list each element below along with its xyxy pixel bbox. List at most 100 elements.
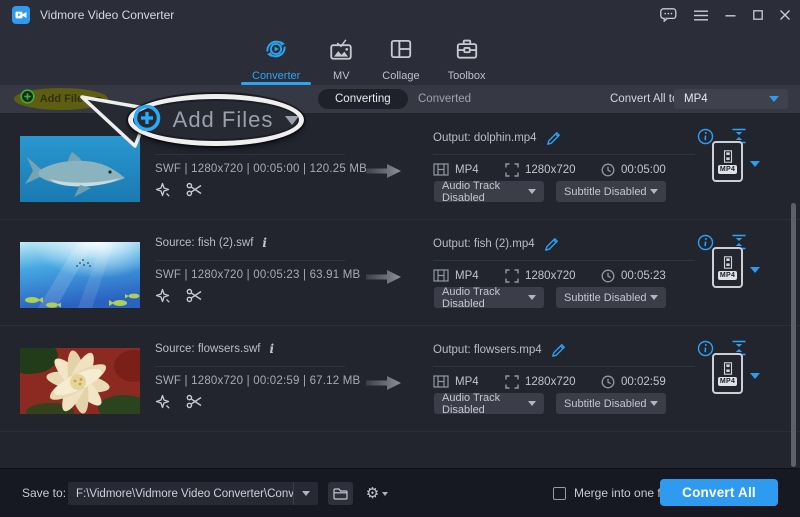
open-folder-button[interactable] xyxy=(328,482,353,505)
chevron-down-icon xyxy=(650,401,658,406)
tab-collage[interactable]: Collage xyxy=(368,30,433,85)
cut-button[interactable] xyxy=(186,394,203,415)
rename-icon[interactable] xyxy=(545,130,560,145)
gear-icon: ⚙ xyxy=(366,486,379,501)
chevron-down-icon xyxy=(750,267,760,273)
merge-checkbox[interactable] xyxy=(553,487,566,500)
format-badge: MP4 xyxy=(712,353,743,394)
plus-circle-icon xyxy=(133,104,161,137)
converted-tab[interactable]: Converted xyxy=(418,85,471,113)
edit-effects-button[interactable] xyxy=(155,182,171,203)
vertical-scrollbar[interactable] xyxy=(791,203,796,467)
subtitle-dropdown[interactable]: Subtitle Disabled xyxy=(556,181,666,202)
file-row-flowers: Source: flowsers.swf i SWF | 1280x720 | … xyxy=(0,326,800,432)
convert-arrow-icon xyxy=(366,374,402,397)
output-name: Output: dolphin.mp4 xyxy=(433,130,560,145)
source-info: SWF | 1280x720 | 00:05:23 | 63.91 MB xyxy=(155,269,360,281)
output-duration: 00:05:23 xyxy=(601,269,666,283)
tab-converter-label: Converter xyxy=(252,70,300,82)
video-thumbnail-underwater[interactable] xyxy=(20,242,140,308)
chevron-down-icon xyxy=(528,295,536,300)
convert-arrow-icon xyxy=(366,268,402,291)
minimize-button[interactable] xyxy=(725,10,736,21)
source-info: SWF | 1280x720 | 00:02:59 | 67.12 MB xyxy=(155,375,360,387)
tab-collage-label: Collage xyxy=(382,70,419,82)
preferences-button[interactable]: ⚙ xyxy=(360,482,394,505)
vidmore-video-converter-window: Vidmore Video Converter xyxy=(0,0,800,517)
chevron-down-icon xyxy=(769,96,779,102)
output-name: Output: fish (2).mp4 xyxy=(433,236,558,251)
convert-arrow-icon xyxy=(366,162,402,185)
convert-all-button[interactable]: Convert All xyxy=(660,479,778,506)
edit-effects-button[interactable] xyxy=(155,288,171,309)
maximize-button[interactable] xyxy=(753,10,763,20)
chevron-down-icon xyxy=(302,491,310,496)
cut-button[interactable] xyxy=(186,182,203,203)
video-thumbnail-flower[interactable] xyxy=(20,348,140,414)
output-resolution: 1280x720 xyxy=(505,269,576,283)
cut-button[interactable] xyxy=(186,288,203,309)
chevron-down-icon xyxy=(650,295,658,300)
audio-track-dropdown[interactable]: Audio Track Disabled xyxy=(434,181,544,202)
output-format-select[interactable]: MP4 xyxy=(712,247,760,288)
save-path-select[interactable]: F:\Vidmore\Vidmore Video Converter\Conve… xyxy=(68,482,318,505)
divider xyxy=(433,366,695,367)
divider xyxy=(155,366,345,367)
subtitle-dropdown[interactable]: Subtitle Disabled xyxy=(556,393,666,414)
output-format: MP4 xyxy=(433,269,479,282)
chevron-down-icon xyxy=(382,492,388,496)
main-nav: Converter MV xyxy=(0,30,800,85)
chevron-down-icon xyxy=(528,189,536,194)
add-files-callout: Add Files xyxy=(128,94,304,146)
merge-label: Merge into one file xyxy=(574,486,673,500)
output-duration: 00:02:59 xyxy=(601,375,666,389)
source-info: SWF | 1280x720 | 00:05:00 | 120.25 MB xyxy=(155,163,367,175)
convert-all-format-select[interactable]: MP4 xyxy=(674,89,788,109)
audio-track-dropdown[interactable]: Audio Track Disabled xyxy=(434,287,544,308)
audio-track-dropdown[interactable]: Audio Track Disabled xyxy=(434,393,544,414)
output-resolution: 1280x720 xyxy=(505,163,576,177)
chevron-down-icon xyxy=(750,373,760,379)
source-info-icon[interactable]: i xyxy=(262,236,267,250)
close-button[interactable] xyxy=(780,10,790,20)
save-to-label: Save to: xyxy=(22,469,66,517)
chevron-down-icon xyxy=(528,401,536,406)
rename-icon[interactable] xyxy=(543,236,558,251)
tab-converter[interactable]: Converter xyxy=(238,30,314,85)
callout-label: Add Files xyxy=(173,107,274,133)
source-info-icon[interactable]: i xyxy=(269,342,274,356)
divider xyxy=(433,154,695,155)
save-path-value: F:\Vidmore\Vidmore Video Converter\Conve… xyxy=(68,488,293,500)
mv-icon xyxy=(328,36,354,67)
output-format-select[interactable]: MP4 xyxy=(712,141,760,182)
chevron-down-icon xyxy=(750,161,760,167)
plus-circle-icon xyxy=(20,89,35,109)
edit-effects-button[interactable] xyxy=(155,394,171,415)
output-name: Output: flowsers.mp4 xyxy=(433,342,565,357)
tab-toolbox-label: Toolbox xyxy=(448,70,486,82)
window-title: Vidmore Video Converter xyxy=(40,0,174,30)
divider xyxy=(155,260,345,261)
format-badge: MP4 xyxy=(712,141,743,182)
tab-mv-label: MV xyxy=(333,70,350,82)
output-format-select[interactable]: MP4 xyxy=(712,353,760,394)
source-name: Source: flowsers.swf i xyxy=(155,342,274,356)
subtitle-dropdown[interactable]: Subtitle Disabled xyxy=(556,287,666,308)
convert-all-to-label: Convert All to: xyxy=(610,85,682,113)
format-value: MP4 xyxy=(674,93,769,105)
chevron-down-icon xyxy=(285,116,299,125)
title-bar: Vidmore Video Converter xyxy=(0,0,800,30)
output-format: MP4 xyxy=(433,375,479,388)
toolbox-icon xyxy=(454,36,480,67)
rename-icon[interactable] xyxy=(550,342,565,357)
bottom-bar: Save to: F:\Vidmore\Vidmore Video Conver… xyxy=(0,468,800,517)
converting-tab[interactable]: Converting xyxy=(318,89,408,109)
output-format: MP4 xyxy=(433,163,479,176)
tab-toolbox[interactable]: Toolbox xyxy=(434,30,500,85)
tab-mv[interactable]: MV xyxy=(314,30,368,85)
format-badge: MP4 xyxy=(712,247,743,288)
feedback-icon[interactable] xyxy=(660,8,677,22)
app-logo-icon xyxy=(12,6,30,24)
menu-icon[interactable] xyxy=(694,10,708,21)
output-resolution: 1280x720 xyxy=(505,375,576,389)
